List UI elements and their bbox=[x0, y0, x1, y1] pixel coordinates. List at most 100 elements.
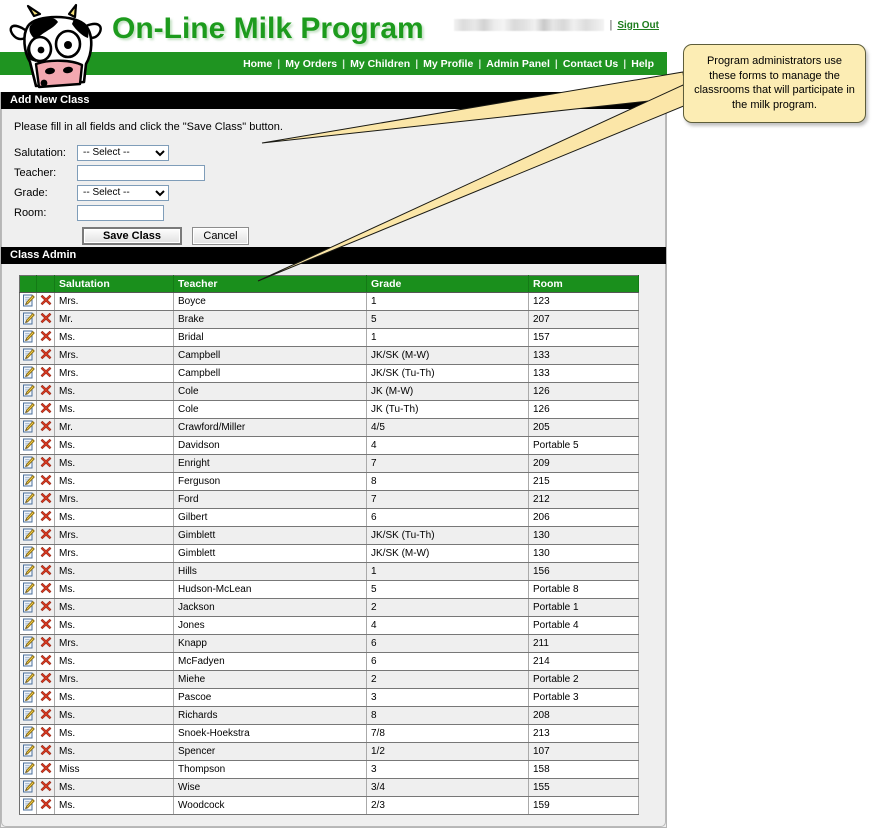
delete-x-icon[interactable] bbox=[40, 348, 52, 360]
edit-pencil-icon[interactable] bbox=[22, 564, 35, 577]
delete-x-icon[interactable] bbox=[40, 744, 52, 756]
edit-pencil-icon[interactable] bbox=[22, 744, 35, 757]
edit-cell[interactable] bbox=[19, 580, 37, 599]
delete-cell[interactable] bbox=[36, 544, 55, 563]
edit-pencil-icon[interactable] bbox=[22, 600, 35, 613]
edit-cell[interactable] bbox=[19, 454, 37, 473]
edit-pencil-icon[interactable] bbox=[22, 672, 35, 685]
edit-pencil-icon[interactable] bbox=[22, 798, 35, 811]
save-class-button[interactable]: Save Class bbox=[82, 227, 182, 245]
sign-out-link[interactable]: Sign Out bbox=[617, 20, 659, 31]
delete-cell[interactable] bbox=[36, 310, 55, 329]
nav-item-help[interactable]: Help bbox=[631, 58, 654, 70]
edit-pencil-icon[interactable] bbox=[22, 312, 35, 325]
edit-cell[interactable] bbox=[19, 364, 37, 383]
delete-x-icon[interactable] bbox=[40, 474, 52, 486]
edit-cell[interactable] bbox=[19, 742, 37, 761]
grade-select[interactable]: -- Select -- bbox=[77, 184, 169, 201]
edit-cell[interactable] bbox=[19, 310, 37, 329]
edit-cell[interactable] bbox=[19, 328, 37, 347]
delete-cell[interactable] bbox=[36, 436, 55, 455]
edit-cell[interactable] bbox=[19, 562, 37, 581]
delete-x-icon[interactable] bbox=[40, 402, 52, 414]
delete-x-icon[interactable] bbox=[40, 654, 52, 666]
edit-pencil-icon[interactable] bbox=[22, 348, 35, 361]
delete-x-icon[interactable] bbox=[40, 384, 52, 396]
edit-pencil-icon[interactable] bbox=[22, 438, 35, 451]
delete-cell[interactable] bbox=[36, 328, 55, 347]
edit-cell[interactable] bbox=[19, 544, 37, 563]
delete-cell[interactable] bbox=[36, 454, 55, 473]
delete-cell[interactable] bbox=[36, 562, 55, 581]
nav-item-contact-us[interactable]: Contact Us bbox=[563, 58, 618, 70]
delete-cell[interactable] bbox=[36, 616, 55, 635]
delete-cell[interactable] bbox=[36, 796, 55, 815]
edit-pencil-icon[interactable] bbox=[22, 456, 35, 469]
edit-cell[interactable] bbox=[19, 688, 37, 707]
edit-pencil-icon[interactable] bbox=[22, 384, 35, 397]
delete-x-icon[interactable] bbox=[40, 294, 52, 306]
edit-pencil-icon[interactable] bbox=[22, 636, 35, 649]
nav-item-admin-panel[interactable]: Admin Panel bbox=[486, 58, 550, 70]
edit-pencil-icon[interactable] bbox=[22, 708, 35, 721]
edit-cell[interactable] bbox=[19, 706, 37, 725]
room-input[interactable] bbox=[77, 204, 164, 221]
edit-pencil-icon[interactable] bbox=[22, 654, 35, 667]
delete-x-icon[interactable] bbox=[40, 762, 52, 774]
delete-cell[interactable] bbox=[36, 724, 55, 743]
edit-cell[interactable] bbox=[19, 490, 37, 509]
delete-cell[interactable] bbox=[36, 652, 55, 671]
delete-x-icon[interactable] bbox=[40, 726, 52, 738]
edit-pencil-icon[interactable] bbox=[22, 528, 35, 541]
edit-pencil-icon[interactable] bbox=[22, 330, 35, 343]
edit-pencil-icon[interactable] bbox=[22, 294, 35, 307]
delete-x-icon[interactable] bbox=[40, 708, 52, 720]
delete-cell[interactable] bbox=[36, 400, 55, 419]
delete-cell[interactable] bbox=[36, 346, 55, 365]
delete-x-icon[interactable] bbox=[40, 528, 52, 540]
delete-cell[interactable] bbox=[36, 688, 55, 707]
edit-pencil-icon[interactable] bbox=[22, 510, 35, 523]
delete-x-icon[interactable] bbox=[40, 420, 52, 432]
cancel-button[interactable]: Cancel bbox=[192, 227, 249, 245]
edit-cell[interactable] bbox=[19, 796, 37, 815]
delete-cell[interactable] bbox=[36, 490, 55, 509]
delete-x-icon[interactable] bbox=[40, 330, 52, 342]
delete-cell[interactable] bbox=[36, 418, 55, 437]
edit-cell[interactable] bbox=[19, 724, 37, 743]
delete-cell[interactable] bbox=[36, 742, 55, 761]
edit-cell[interactable] bbox=[19, 526, 37, 545]
delete-x-icon[interactable] bbox=[40, 582, 52, 594]
edit-cell[interactable] bbox=[19, 418, 37, 437]
nav-item-my-children[interactable]: My Children bbox=[350, 58, 410, 70]
delete-x-icon[interactable] bbox=[40, 312, 52, 324]
edit-pencil-icon[interactable] bbox=[22, 420, 35, 433]
delete-x-icon[interactable] bbox=[40, 798, 52, 810]
edit-pencil-icon[interactable] bbox=[22, 492, 35, 505]
delete-cell[interactable] bbox=[36, 508, 55, 527]
salutation-select[interactable]: -- Select -- bbox=[77, 144, 169, 161]
delete-x-icon[interactable] bbox=[40, 690, 52, 702]
edit-pencil-icon[interactable] bbox=[22, 762, 35, 775]
edit-pencil-icon[interactable] bbox=[22, 618, 35, 631]
nav-item-my-orders[interactable]: My Orders bbox=[285, 58, 337, 70]
edit-cell[interactable] bbox=[19, 652, 37, 671]
delete-x-icon[interactable] bbox=[40, 492, 52, 504]
edit-cell[interactable] bbox=[19, 598, 37, 617]
teacher-input[interactable] bbox=[77, 164, 205, 181]
edit-pencil-icon[interactable] bbox=[22, 474, 35, 487]
edit-cell[interactable] bbox=[19, 508, 37, 527]
nav-item-home[interactable]: Home bbox=[243, 58, 272, 70]
delete-x-icon[interactable] bbox=[40, 546, 52, 558]
delete-x-icon[interactable] bbox=[40, 600, 52, 612]
edit-pencil-icon[interactable] bbox=[22, 780, 35, 793]
delete-x-icon[interactable] bbox=[40, 636, 52, 648]
delete-cell[interactable] bbox=[36, 364, 55, 383]
delete-cell[interactable] bbox=[36, 526, 55, 545]
delete-x-icon[interactable] bbox=[40, 438, 52, 450]
edit-cell[interactable] bbox=[19, 634, 37, 653]
edit-cell[interactable] bbox=[19, 616, 37, 635]
delete-cell[interactable] bbox=[36, 292, 55, 311]
edit-pencil-icon[interactable] bbox=[22, 582, 35, 595]
delete-cell[interactable] bbox=[36, 670, 55, 689]
